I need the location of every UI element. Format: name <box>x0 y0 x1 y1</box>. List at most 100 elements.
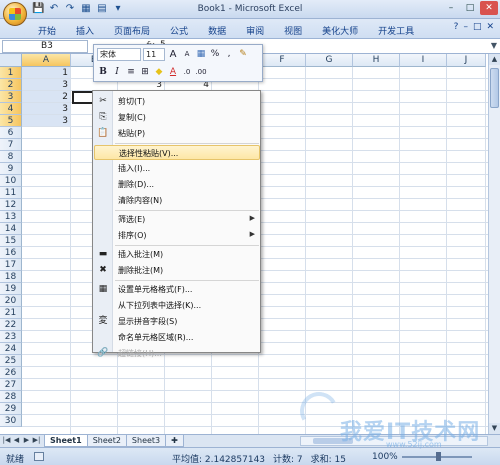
scroll-down-icon[interactable]: ▼ <box>489 423 500 434</box>
row-header-16[interactable]: 16 <box>0 247 22 259</box>
row-header-29[interactable]: 29 <box>0 403 22 415</box>
format-painter-icon[interactable]: ✎ <box>237 48 249 61</box>
row-header-20[interactable]: 20 <box>0 295 22 307</box>
grow-font-button[interactable]: A <box>167 48 179 61</box>
row-header-5[interactable]: 5 <box>0 115 22 127</box>
name-box[interactable]: B3 <box>2 40 88 53</box>
macro-record-icon[interactable] <box>34 452 44 461</box>
row-header-13[interactable]: 13 <box>0 211 22 223</box>
last-sheet-icon[interactable]: ▶| <box>32 436 41 444</box>
menu-item[interactable]: 删除(D)... <box>94 177 260 192</box>
font-size-select[interactable]: 11 <box>143 48 165 61</box>
row-header-25[interactable]: 25 <box>0 355 22 367</box>
row-header-28[interactable]: 28 <box>0 391 22 403</box>
row-header-18[interactable]: 18 <box>0 271 22 283</box>
row-header-27[interactable]: 27 <box>0 379 22 391</box>
menu-item[interactable]: 排序(O) ▶ <box>94 228 260 243</box>
percent-button[interactable]: % <box>209 48 221 61</box>
column-header-j[interactable]: J <box>447 54 486 67</box>
menu-item[interactable]: ✖ 删除批注(M) <box>94 263 260 278</box>
row-header-1[interactable]: 1 <box>0 67 22 79</box>
vertical-scroll-thumb[interactable] <box>490 68 499 108</box>
expand-formula-bar-icon[interactable]: ▼ <box>491 41 497 50</box>
row-header-4[interactable]: 4 <box>0 103 22 115</box>
row-header-10[interactable]: 10 <box>0 175 22 187</box>
cell-a1[interactable]: 1 <box>22 67 70 79</box>
center-align-button[interactable]: ≡ <box>125 66 137 79</box>
row-header-30[interactable]: 30 <box>0 415 22 427</box>
menu-item[interactable]: 插入(I)... <box>94 161 260 176</box>
zoom-slider-knob[interactable] <box>436 452 441 461</box>
help-icon[interactable]: ? <box>454 22 459 32</box>
menu-item[interactable]: 选择性粘贴(V)... <box>94 145 260 160</box>
menu-item[interactable]: 筛选(E) ▶ <box>94 212 260 227</box>
increase-decimal-button[interactable]: .00 <box>195 66 207 79</box>
menu-item[interactable]: 📋 粘贴(P) <box>94 126 260 141</box>
borders-icon[interactable]: ⊞ <box>139 66 151 79</box>
comma-style-button[interactable]: , <box>223 48 235 61</box>
column-header-f[interactable]: F <box>259 54 306 67</box>
fill-color-icon[interactable]: ◆ <box>153 66 165 79</box>
row-header-11[interactable]: 11 <box>0 187 22 199</box>
menu-item[interactable]: ▦ 设置单元格格式(F)... <box>94 282 260 297</box>
ribbon-tab[interactable]: 公式 <box>160 22 198 39</box>
ribbon-tab[interactable]: 视图 <box>274 22 312 39</box>
row-header-19[interactable]: 19 <box>0 283 22 295</box>
row-header-15[interactable]: 15 <box>0 235 22 247</box>
row-header-14[interactable]: 14 <box>0 223 22 235</box>
menu-item[interactable]: 清除内容(N) <box>94 193 260 208</box>
number-format-icon[interactable]: ▦ <box>195 48 207 61</box>
row-header-24[interactable]: 24 <box>0 343 22 355</box>
ribbon-tab[interactable]: 美化大师 <box>312 22 368 39</box>
font-color-button[interactable]: A <box>167 66 179 79</box>
row-header-8[interactable]: 8 <box>0 151 22 163</box>
decrease-decimal-button[interactable]: .0 <box>181 66 193 79</box>
next-sheet-icon[interactable]: ▶ <box>22 436 31 444</box>
shrink-font-button[interactable]: A <box>181 48 193 61</box>
horizontal-scroll-thumb[interactable] <box>313 438 353 444</box>
column-header-g[interactable]: G <box>306 54 353 67</box>
menu-item[interactable]: ⎘ 复制(C) <box>94 110 260 125</box>
row-header-17[interactable]: 17 <box>0 259 22 271</box>
ribbon-tab[interactable]: 开始 <box>28 22 66 39</box>
ribbon-tab[interactable]: 审阅 <box>236 22 274 39</box>
bold-button[interactable]: B <box>97 66 109 79</box>
prev-sheet-icon[interactable]: ◀ <box>12 436 21 444</box>
sheet-tab-sheet3[interactable]: Sheet3 <box>125 435 167 447</box>
menu-item[interactable]: 命名单元格区域(R)... <box>94 330 260 345</box>
ribbon-tab[interactable]: 插入 <box>66 22 104 39</box>
row-header-9[interactable]: 9 <box>0 163 22 175</box>
menu-item[interactable]: 変 显示拼音字段(S) <box>94 314 260 329</box>
sheet-tab-sheet1[interactable]: Sheet1 <box>44 435 88 447</box>
horizontal-scrollbar[interactable] <box>300 436 488 446</box>
ribbon-close-icon[interactable]: ✕ <box>486 22 494 32</box>
ribbon-minimize-icon[interactable]: – <box>463 22 468 32</box>
row-header-26[interactable]: 26 <box>0 367 22 379</box>
row-header-22[interactable]: 22 <box>0 319 22 331</box>
insert-sheet-icon[interactable]: ✚ <box>165 435 184 447</box>
row-header-6[interactable]: 6 <box>0 127 22 139</box>
zoom-level[interactable]: 100% <box>372 452 398 462</box>
cell-a2[interactable]: 3 <box>22 79 70 91</box>
scroll-up-icon[interactable]: ▲ <box>489 54 500 65</box>
ribbon-restore-icon[interactable]: □ <box>473 22 482 32</box>
close-button[interactable]: ✕ <box>480 1 498 15</box>
row-header-23[interactable]: 23 <box>0 331 22 343</box>
ribbon-tab[interactable]: 开发工具 <box>368 22 424 39</box>
row-header-21[interactable]: 21 <box>0 307 22 319</box>
maximize-button[interactable]: □ <box>461 1 479 15</box>
ribbon-tab[interactable]: 页面布局 <box>104 22 160 39</box>
menu-item[interactable]: 从下拉列表中选择(K)... <box>94 298 260 313</box>
menu-item[interactable]: ▬ 插入批注(M) <box>94 247 260 262</box>
menu-item[interactable]: ✂ 剪切(T) <box>94 94 260 109</box>
vertical-scrollbar[interactable]: ▲ ▼ <box>488 54 500 434</box>
sheet-tab-sheet2[interactable]: Sheet2 <box>86 435 127 447</box>
column-header-i[interactable]: I <box>400 54 447 67</box>
font-name-select[interactable]: 宋体 <box>97 48 141 61</box>
minimize-button[interactable]: – <box>442 1 460 15</box>
row-header-12[interactable]: 12 <box>0 199 22 211</box>
italic-button[interactable]: I <box>111 66 123 79</box>
row-header-7[interactable]: 7 <box>0 139 22 151</box>
row-header-3[interactable]: 3 <box>0 91 22 103</box>
row-header-2[interactable]: 2 <box>0 79 22 91</box>
